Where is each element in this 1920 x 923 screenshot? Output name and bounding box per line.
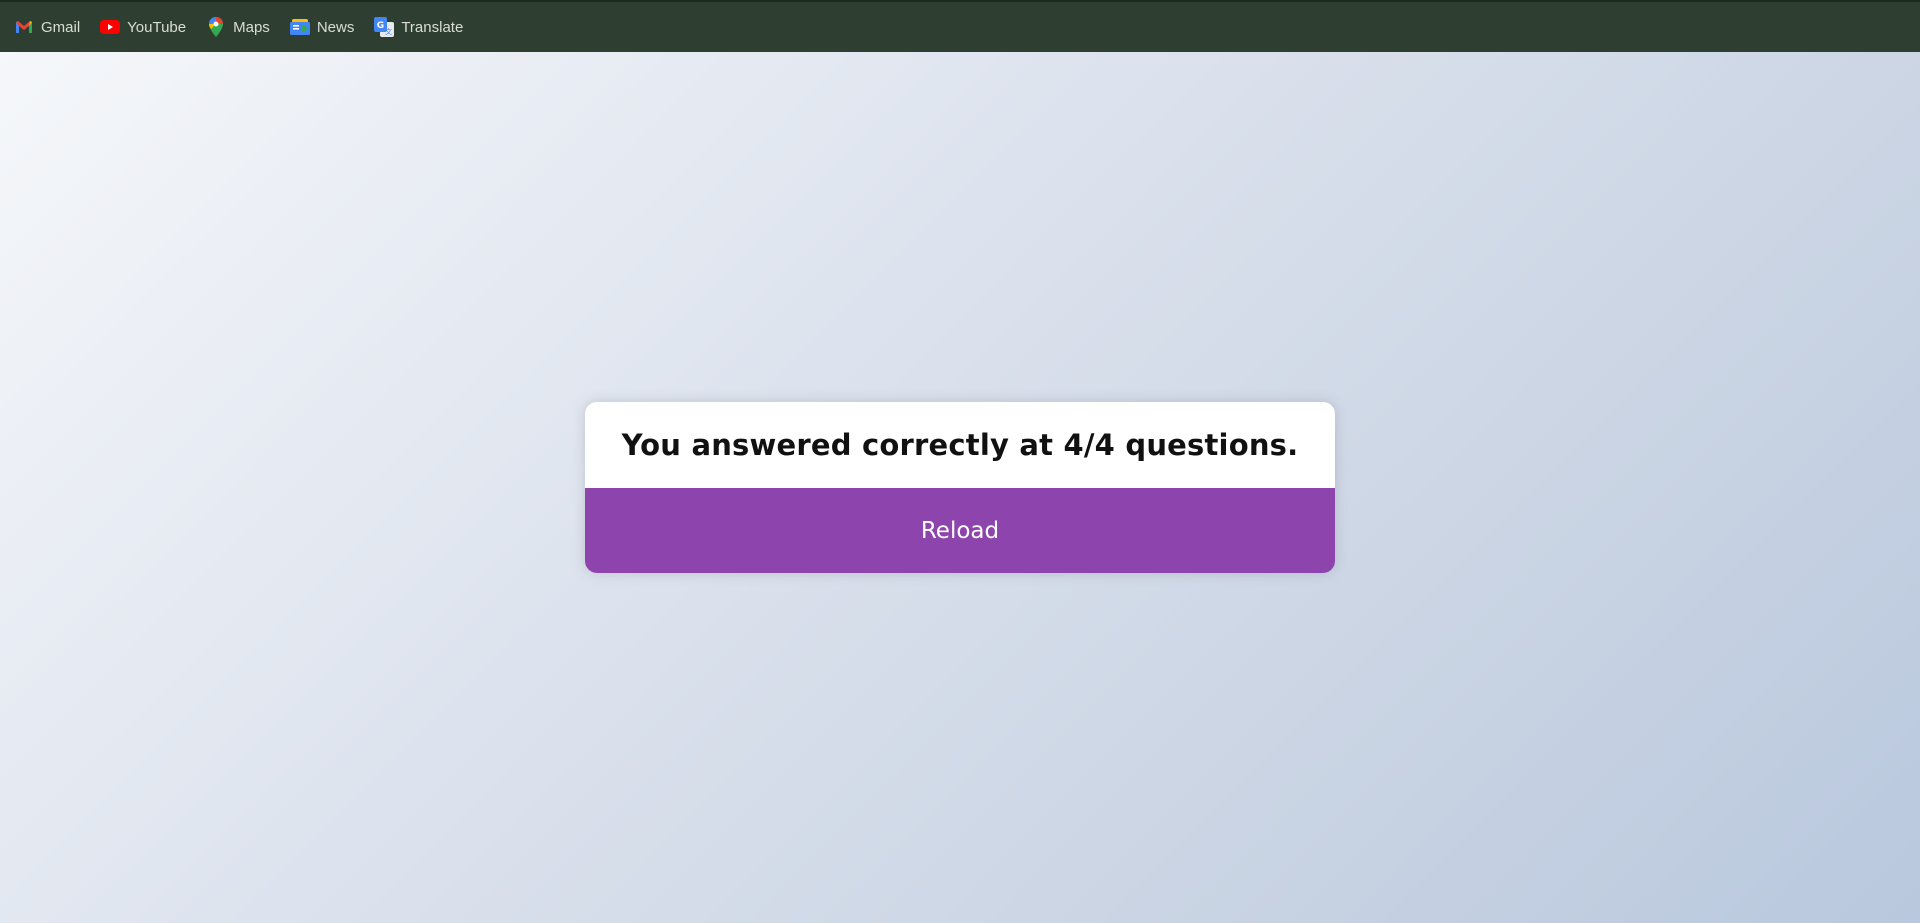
bookmark-label: Maps <box>233 18 270 36</box>
bookmark-label: YouTube <box>127 18 187 36</box>
bookmark-gmail[interactable]: Gmail <box>14 11 86 43</box>
bookmark-label: Translate <box>401 18 464 36</box>
maps-icon <box>206 17 226 37</box>
bookmark-translate[interactable]: G 文 Translate <box>374 11 469 43</box>
bookmarks-bar: Gmail YouTube Maps News G 文 Translate <box>0 0 1920 52</box>
svg-text:G: G <box>377 21 384 31</box>
bookmark-label: Gmail <box>41 18 81 36</box>
youtube-icon <box>100 17 121 37</box>
bookmark-maps[interactable]: Maps <box>206 11 276 43</box>
bookmark-news[interactable]: News <box>289 11 361 43</box>
page-background: You answered correctly at 4/4 questions.… <box>0 52 1920 923</box>
reload-button[interactable]: Reload <box>585 488 1335 573</box>
quiz-result-card: You answered correctly at 4/4 questions.… <box>585 402 1335 573</box>
bookmark-youtube[interactable]: YouTube <box>100 11 192 43</box>
translate-icon: G 文 <box>374 17 395 37</box>
bookmark-label: News <box>316 18 355 36</box>
svg-text:文: 文 <box>385 27 392 36</box>
gmail-icon <box>14 17 34 37</box>
news-icon <box>289 17 310 37</box>
quiz-result-text: You answered correctly at 4/4 questions. <box>621 428 1299 462</box>
